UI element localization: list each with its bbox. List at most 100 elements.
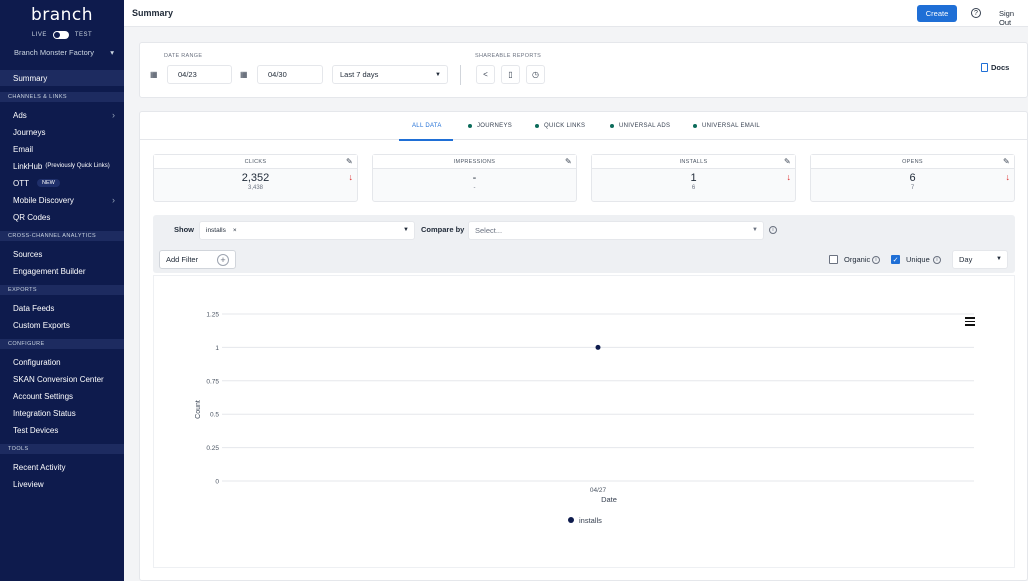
add-filter-label: Add Filter: [166, 255, 199, 264]
tab-universal-ads[interactable]: UNIVERSAL ADS: [610, 123, 670, 129]
x-tick-label: 04/27: [590, 487, 607, 494]
new-badge: NEW: [37, 179, 60, 187]
x-axis-label: Date: [601, 495, 617, 504]
sign-out-link[interactable]: Sign Out: [999, 9, 1028, 27]
caret-down-icon: ▼: [996, 256, 1002, 262]
pencil-icon[interactable]: ✎: [565, 155, 572, 169]
info-icon[interactable]: i: [933, 256, 941, 264]
main-panel: ALL DATA JOURNEYS QUICK LINKS UNIVERSAL …: [139, 111, 1028, 581]
env-toggle[interactable]: LIVE TEST: [0, 31, 124, 39]
tab-quick-links[interactable]: QUICK LINKS: [535, 123, 585, 129]
unique-checkbox[interactable]: ✓: [891, 255, 900, 264]
section-channels: CHANNELS & LINKS: [0, 92, 124, 102]
sidebar-item-summary[interactable]: Summary: [0, 70, 124, 86]
date-range-select[interactable]: Last 7 days ▼: [332, 65, 448, 84]
sidebar-item-label: Journeys: [13, 127, 46, 137]
chevron-right-icon: ›: [112, 195, 115, 205]
pencil-icon[interactable]: ✎: [346, 155, 353, 169]
env-live-label: LIVE: [31, 32, 47, 38]
status-dot: [535, 124, 539, 128]
sidebar-item-label: OTT: [13, 178, 29, 188]
section-tools: TOOLS: [0, 444, 124, 454]
organic-checkbox[interactable]: [829, 255, 838, 264]
sidebar-item-ott[interactable]: OTT NEW: [0, 175, 124, 191]
section-configure: CONFIGURE: [0, 339, 124, 349]
create-button[interactable]: Create: [917, 5, 957, 22]
y-tick-label: 0: [215, 479, 219, 486]
kpi-subvalue: -: [473, 185, 476, 191]
chevron-down-icon: ▾: [110, 48, 114, 57]
share-icon[interactable]: <: [476, 65, 495, 84]
page-title: Summary: [132, 8, 174, 18]
env-switch[interactable]: [52, 31, 69, 39]
sidebar-item-label: Ads: [13, 110, 27, 120]
sidebar-item-sources[interactable]: Sources: [0, 246, 124, 262]
show-metric-select[interactable]: installs × ▼: [199, 221, 415, 240]
sidebar-item-configuration[interactable]: Configuration: [0, 354, 124, 370]
sidebar-item-label: Engagement Builder: [13, 266, 86, 276]
unique-label: Unique: [906, 255, 930, 264]
kpi-subvalue: 7: [910, 185, 915, 191]
info-icon[interactable]: i: [769, 226, 777, 234]
docs-link[interactable]: Docs: [981, 63, 1009, 72]
tab-label: UNIVERSAL EMAIL: [702, 123, 760, 129]
help-icon[interactable]: ?: [971, 8, 981, 18]
tab-journeys[interactable]: JOURNEYS: [468, 123, 512, 129]
sidebar-item-linkhub[interactable]: LinkHub (Previously Quick Links): [0, 158, 124, 174]
sidebar-item-custom-exports[interactable]: Custom Exports: [0, 317, 124, 333]
branch-logo[interactable]: branch: [0, 5, 124, 25]
sidebar-item-test-devices[interactable]: Test Devices: [0, 422, 124, 438]
tab-label: UNIVERSAL ADS: [619, 123, 671, 129]
info-icon[interactable]: i: [872, 256, 880, 264]
sidebar-item-ads[interactable]: Ads ›: [0, 107, 124, 123]
y-axis-label: Count: [195, 400, 202, 419]
menu-icon[interactable]: [965, 317, 975, 328]
document-icon: [981, 63, 988, 72]
org-selector[interactable]: Branch Monster Factory ▾: [14, 48, 114, 57]
tab-bar: ALL DATA JOURNEYS QUICK LINKS UNIVERSAL …: [140, 120, 1028, 141]
start-date-input[interactable]: 04/23: [167, 65, 232, 84]
tab-universal-email[interactable]: UNIVERSAL EMAIL: [693, 123, 760, 129]
section-cross-channel: CROSS-CHANNEL ANALYTICS: [0, 231, 124, 241]
sidebar-item-label: Data Feeds: [13, 303, 55, 313]
tab-all-data[interactable]: ALL DATA: [412, 123, 442, 129]
kpi-label: INSTALLS: [679, 159, 708, 165]
kpi-card-installs: INSTALLS ✎ 1 ↓ 6: [591, 154, 796, 202]
sidebar-item-skan[interactable]: SKAN Conversion Center: [0, 371, 124, 387]
pencil-icon[interactable]: ✎: [784, 155, 791, 169]
kpi-subvalue: 6: [691, 185, 696, 191]
bookmark-icon[interactable]: ▯: [501, 65, 520, 84]
add-filter-button[interactable]: Add Filter +: [159, 250, 236, 269]
sidebar-item-journeys[interactable]: Journeys: [0, 124, 124, 140]
sidebar-item-qr-codes[interactable]: QR Codes: [0, 209, 124, 225]
kpi-value: 1: [690, 172, 697, 184]
kpi-value: 2,352: [241, 172, 270, 184]
sidebar-item-email[interactable]: Email: [0, 141, 124, 157]
sidebar-item-recent-activity[interactable]: Recent Activity: [0, 459, 124, 475]
kpi-card-opens: OPENS ✎ 6 ↓ 7: [810, 154, 1015, 202]
compare-by-label: Compare by: [421, 225, 465, 234]
y-tick-label: 0.5: [210, 412, 219, 419]
end-date-input[interactable]: 04/30: [257, 65, 323, 84]
compare-by-select[interactable]: Select... ▼: [468, 221, 764, 240]
granularity-value: Day: [959, 255, 973, 264]
sidebar-item-sublabel: (Previously Quick Links): [45, 163, 110, 169]
sidebar-item-account-settings[interactable]: Account Settings: [0, 388, 124, 404]
close-icon[interactable]: ×: [233, 227, 237, 234]
sidebar-item-label: Custom Exports: [13, 320, 70, 330]
granularity-select[interactable]: Day ▼: [952, 250, 1008, 269]
sidebar-item-engagement-builder[interactable]: Engagement Builder: [0, 263, 124, 279]
data-point: [595, 344, 601, 350]
sidebar-item-data-feeds[interactable]: Data Feeds: [0, 300, 124, 316]
chart-container: 0 0.25 0.5 0.75 1 1.25 04/27 Date Count installs: [153, 275, 1015, 568]
filter-panel: DATE RANGE ▦ 04/23 ▦ 04/30 Last 7 days ▼…: [139, 42, 1028, 98]
sidebar-item-mobile-discovery[interactable]: Mobile Discovery ›: [0, 192, 124, 208]
status-dot: [610, 124, 614, 128]
sidebar-item-integration-status[interactable]: Integration Status: [0, 405, 124, 421]
pencil-icon[interactable]: ✎: [1003, 155, 1010, 169]
y-tick-label: 1.25: [206, 312, 219, 319]
section-exports: EXPORTS: [0, 285, 124, 295]
sidebar-item-liveview[interactable]: Liveview: [0, 476, 124, 492]
active-tab-indicator: [399, 139, 453, 141]
history-icon[interactable]: ◷: [526, 65, 545, 84]
